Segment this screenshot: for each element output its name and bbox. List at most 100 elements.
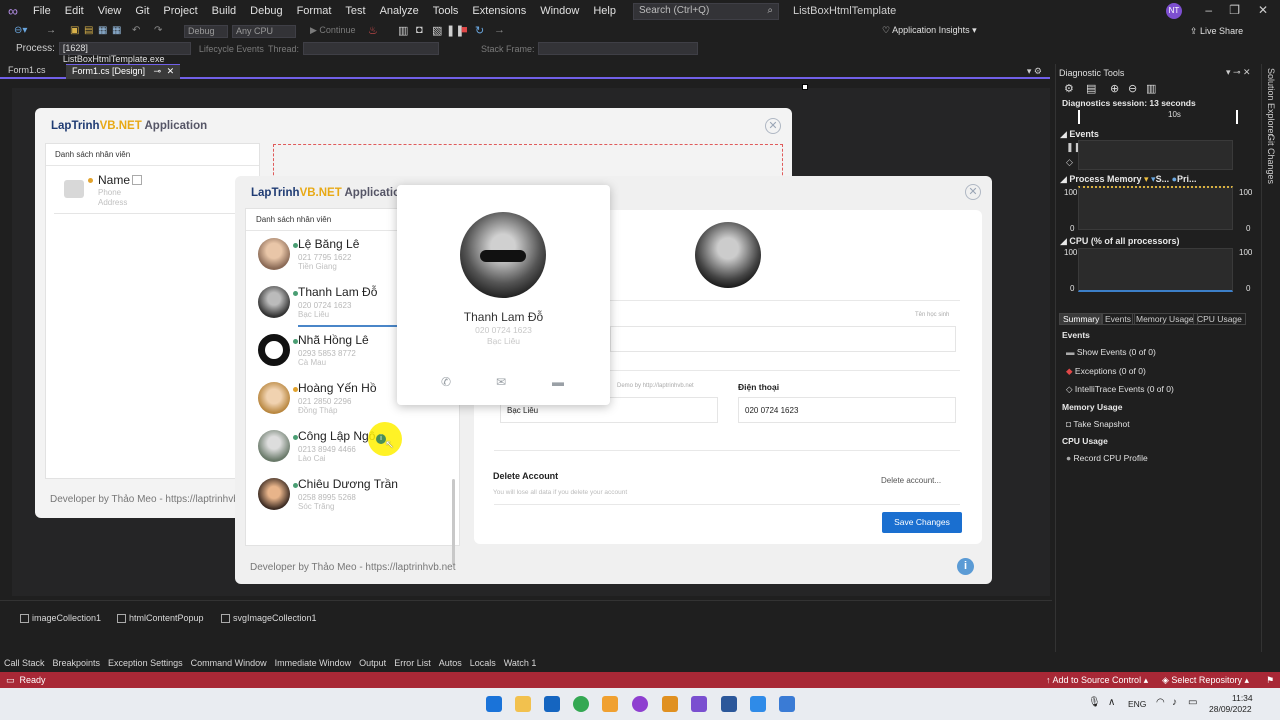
close-window-icon[interactable]: ✕	[1258, 3, 1268, 17]
take-snapshot-row[interactable]: ◘ Take Snapshot	[1066, 419, 1130, 429]
hot-reload-icon[interactable]: ♨	[368, 24, 378, 37]
resize-handle-icon[interactable]	[802, 84, 808, 90]
tab-immediate-window[interactable]: Immediate Window	[271, 658, 356, 668]
configuration-combo[interactable]: Debug	[184, 25, 228, 38]
menu-test[interactable]: Test	[338, 5, 372, 17]
mic-icon[interactable]: 🎙	[1088, 697, 1101, 708]
tray-image-collection[interactable]: imageCollection1	[20, 613, 101, 623]
back-template-item[interactable]: Name Phone Address	[54, 168, 244, 214]
tab-memory-usage[interactable]: Memory Usage	[1132, 313, 1198, 325]
redo-icon[interactable]: ↷	[154, 25, 162, 36]
nav-forward-icon[interactable]: →	[46, 25, 56, 36]
tab-summary[interactable]: Summary	[1059, 313, 1104, 325]
new-project-icon[interactable]: ▣	[70, 25, 79, 36]
tab-error-list[interactable]: Error List	[390, 658, 435, 668]
timeline-ruler[interactable]: 10s	[1078, 110, 1238, 124]
tray-chevron-icon[interactable]: ∧	[1108, 697, 1115, 708]
app-window-icon[interactable]	[779, 696, 795, 712]
open-folder-icon[interactable]: ▤	[84, 25, 93, 36]
events-graph[interactable]	[1078, 140, 1233, 170]
intellitrace-row[interactable]: ◇ IntelliTrace Events (0 of 0)	[1066, 384, 1174, 395]
menu-help[interactable]: Help	[586, 5, 623, 17]
start-icon[interactable]	[486, 696, 502, 712]
platform-combo[interactable]: Any CPU	[232, 25, 296, 38]
menu-window[interactable]: Window	[533, 5, 586, 17]
user-avatar[interactable]: NT	[1166, 3, 1182, 19]
volume-icon[interactable]: ♪	[1172, 697, 1177, 708]
camera-icon[interactable]: ◘	[416, 24, 423, 36]
tab-exception-settings[interactable]: Exception Settings	[104, 658, 187, 668]
exceptions-row[interactable]: ◆ Exceptions (0 of 0)	[1066, 366, 1146, 377]
save-all-icon[interactable]: ▦	[112, 25, 121, 36]
cpu-graph[interactable]	[1078, 248, 1233, 292]
undo-icon[interactable]: ↶	[132, 25, 140, 36]
source-control-button[interactable]: ↑ Add to Source Control ▴	[1046, 675, 1148, 686]
word-icon[interactable]	[721, 696, 737, 712]
show-events-row[interactable]: ▬ Show Events (0 of 0)	[1066, 347, 1156, 357]
wifi-icon[interactable]: ◠	[1156, 697, 1165, 708]
tab-autos[interactable]: Autos	[435, 658, 466, 668]
menu-tools[interactable]: Tools	[426, 5, 466, 17]
menu-analyze[interactable]: Analyze	[373, 5, 426, 17]
restart-icon[interactable]: ↻	[475, 24, 484, 37]
tab-form1-design[interactable]: Form1.cs [Design] ⊸ ✕	[66, 64, 181, 79]
step-icon[interactable]: →	[494, 24, 505, 36]
app-insights-button[interactable]: ♡ Application Insights ▾	[882, 25, 977, 36]
nav-back-icon[interactable]: ⊖▾	[14, 25, 27, 36]
diag-view-icon[interactable]: ▥	[1146, 82, 1156, 95]
tab-cpu-usage[interactable]: CPU Usage	[1193, 313, 1246, 325]
record-cpu-row[interactable]: ● Record CPU Profile	[1066, 453, 1148, 463]
live-share-button[interactable]: ⇪ Live Share	[1190, 26, 1243, 37]
diag-settings-icon[interactable]: ⚙	[1064, 82, 1074, 95]
diag-export-icon[interactable]: ▤	[1086, 82, 1096, 95]
sublime-icon[interactable]	[662, 696, 678, 712]
mail-icon[interactable]: ✉	[496, 375, 506, 389]
git-changes-tab[interactable]: Git Changes	[1266, 134, 1276, 184]
pin-icon[interactable]: ⊸	[154, 66, 162, 76]
outlook-icon[interactable]	[544, 696, 560, 712]
save-changes-button[interactable]: Save Changes	[882, 512, 962, 533]
menu-git[interactable]: Git	[128, 5, 156, 17]
info-icon[interactable]: i	[957, 558, 974, 575]
tab-events[interactable]: Events	[1101, 313, 1135, 325]
tab-locals[interactable]: Locals	[466, 658, 500, 668]
selected-control-outline[interactable]	[273, 144, 783, 180]
battery-icon[interactable]: ▭	[1188, 697, 1197, 708]
process-memory-graph[interactable]	[1078, 186, 1233, 230]
diag-pin-close-icon[interactable]: ▾ ⊸ ✕	[1226, 67, 1251, 78]
visual-studio-icon[interactable]	[691, 696, 707, 712]
tab-close-icon[interactable]: ✕	[167, 66, 175, 76]
chrome-icon[interactable]	[573, 696, 589, 712]
solution-explorer-tab[interactable]: Solution Explorer	[1266, 68, 1276, 137]
stack-frame-combo[interactable]	[538, 42, 699, 55]
list-item[interactable]: Chiêu Dương Trần 0258 8995 5268 Sóc Trăn…	[246, 471, 442, 519]
search-box[interactable]: Search (Ctrl+Q) ⌕	[632, 2, 779, 20]
tab-form1-cs[interactable]: Form1.cs	[2, 64, 52, 79]
stop-icon[interactable]: ■	[461, 24, 468, 36]
tab-call-stack[interactable]: Call Stack	[0, 658, 49, 668]
tab-output[interactable]: Output	[355, 658, 390, 668]
checkbox-icon[interactable]	[132, 175, 142, 185]
tab-command-window[interactable]: Command Window	[187, 658, 271, 668]
phone-icon[interactable]: ✆	[441, 375, 451, 389]
menu-format[interactable]: Format	[290, 5, 339, 17]
chat-icon[interactable]: ▬	[552, 375, 564, 389]
zoom-in-icon[interactable]: ⊕	[1110, 82, 1119, 95]
paint-icon[interactable]	[602, 696, 618, 712]
notifications-icon[interactable]: ⚑	[1266, 675, 1274, 686]
continue-button[interactable]: ▶ Continue	[310, 25, 355, 36]
tab-breakpoints[interactable]: Breakpoints	[49, 658, 105, 668]
name-field[interactable]	[610, 326, 956, 352]
list-item[interactable]: Công Lập Ngô 0213 8949 4466 Lào Cai	[246, 423, 442, 471]
visual-studio-logo-icon[interactable]: ∞	[0, 3, 26, 19]
tab-overflow-icon[interactable]: ▾ ⚙	[1027, 66, 1042, 77]
github-icon[interactable]	[632, 696, 648, 712]
menu-project[interactable]: Project	[156, 5, 204, 17]
toolbox-icon[interactable]: ▥	[398, 24, 408, 37]
lifecycle-events[interactable]: Lifecycle Events	[199, 44, 264, 54]
tray-html-content-popup[interactable]: htmlContentPopup	[117, 613, 204, 623]
front-close-icon[interactable]: ✕	[965, 184, 981, 200]
language-indicator[interactable]: ENG	[1128, 699, 1146, 709]
delete-account-link[interactable]: Delete account...	[881, 476, 941, 485]
process-combo[interactable]: [1628] ListBoxHtmlTemplate.exe	[58, 42, 191, 64]
